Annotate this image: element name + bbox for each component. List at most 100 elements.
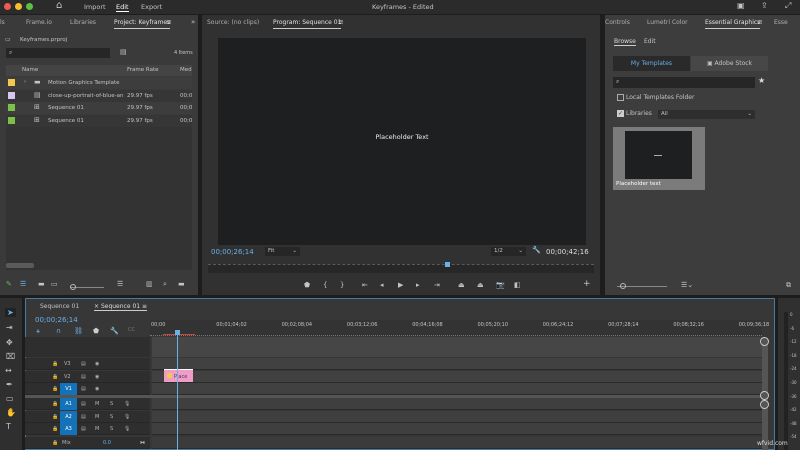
freeform-view-icon[interactable]: ▭: [51, 280, 58, 288]
list-view-icon[interactable]: ☰: [20, 280, 26, 288]
audio-track-header[interactable]: 🔒 A1 ▤ M S 🎙: [25, 398, 150, 410]
track-target[interactable]: V2: [64, 374, 71, 380]
tab-frameio[interactable]: Frame.io: [26, 19, 52, 26]
tab-libraries[interactable]: Libraries: [70, 19, 96, 26]
sync-lock-icon[interactable]: ▤: [81, 414, 86, 420]
project-row[interactable]: ⊞ Sequence 01 29.97 fps 00;0: [6, 102, 192, 114]
fullscreen-icon[interactable]: ⤢: [785, 1, 791, 11]
find-icon[interactable]: ⌕: [163, 280, 167, 289]
mix-end-icon[interactable]: ⧓: [140, 440, 145, 446]
extract-icon[interactable]: ⏏: [477, 281, 484, 289]
audio-track[interactable]: [152, 410, 762, 423]
panel-menu-icon[interactable]: ≡: [166, 18, 172, 26]
subtab-edit[interactable]: Edit: [644, 38, 656, 45]
panel-menu-icon[interactable]: ≡: [757, 18, 763, 26]
solo-button[interactable]: S: [110, 414, 113, 420]
track-target[interactable]: A3: [60, 423, 77, 435]
snap-icon[interactable]: ∩: [56, 327, 61, 335]
tab-project[interactable]: Project: Keyframes: [114, 19, 171, 29]
automate-icon[interactable]: ▥: [146, 280, 153, 288]
local-templates-checkbox[interactable]: [617, 94, 624, 101]
voice-over-icon[interactable]: 🎙: [124, 401, 130, 407]
install-template-icon[interactable]: ⧉: [786, 281, 791, 290]
label-color-swatch[interactable]: [8, 104, 15, 111]
project-search-input[interactable]: ⌕: [6, 48, 110, 58]
audio-track[interactable]: [152, 398, 762, 410]
thumbnail-size-knob[interactable]: [620, 283, 626, 289]
step-forward-icon[interactable]: ▸: [416, 281, 420, 289]
timeline-ruler[interactable]: 00;00 00;01;04;02 00;02;08;04 00;03;12;06 00…: [150, 320, 769, 336]
audio-track[interactable]: [152, 423, 762, 435]
captions-icon[interactable]: CC: [128, 327, 135, 333]
minimize-window-button[interactable]: [15, 3, 22, 10]
sync-lock-icon[interactable]: ▤: [81, 426, 86, 432]
solo-button[interactable]: S: [110, 401, 113, 407]
maximize-window-button[interactable]: [26, 3, 33, 10]
project-scrollbar[interactable]: [6, 263, 34, 268]
add-marker-icon[interactable]: ⬟: [93, 327, 99, 335]
lock-icon[interactable]: 🔒: [52, 386, 58, 392]
tab-effects[interactable]: ls: [0, 19, 5, 26]
timeline-settings-icon[interactable]: 🔧: [110, 327, 119, 335]
tab-essential-graphics[interactable]: Essential Graphics: [705, 19, 761, 29]
lift-icon[interactable]: ⏏: [458, 281, 465, 289]
scroll-handle-audio[interactable]: [760, 400, 769, 409]
mute-button[interactable]: M: [95, 401, 99, 407]
mark-out-icon[interactable]: }: [340, 281, 344, 289]
lock-icon[interactable]: 🔒: [52, 414, 58, 420]
zoom-slider-knob[interactable]: [70, 284, 76, 290]
sort-menu-icon[interactable]: ☰⌄: [681, 281, 693, 289]
tab-sequence-a[interactable]: Sequence 01: [40, 303, 79, 310]
more-tabs-icon[interactable]: »: [191, 18, 195, 26]
new-item-icon[interactable]: ▬: [178, 280, 185, 288]
hand-tool-icon[interactable]: ✋: [6, 408, 16, 417]
favorites-star-icon[interactable]: ★: [758, 76, 765, 85]
comparison-view-icon[interactable]: ◧: [514, 281, 521, 289]
placeholder-text[interactable]: Placeholder Text: [218, 133, 586, 141]
solo-button[interactable]: S: [110, 426, 113, 432]
eye-icon[interactable]: ◉: [95, 374, 99, 380]
video-track[interactable]: [152, 358, 762, 370]
timeline-timecode[interactable]: 00;00;26;14: [35, 316, 78, 324]
lock-icon[interactable]: 🔒: [52, 374, 58, 380]
audio-track-header[interactable]: 🔒 A2 ▤ M S 🎙: [25, 410, 150, 423]
scroll-handle-mid[interactable]: [760, 391, 769, 400]
video-track[interactable]: [152, 370, 762, 383]
zoom-slider[interactable]: [70, 284, 104, 290]
label-color-swatch[interactable]: [8, 91, 15, 99]
tab-lumetri[interactable]: Lumetri Color: [647, 19, 688, 26]
subtab-browse[interactable]: Browse: [614, 38, 636, 46]
voice-over-icon[interactable]: 🎙: [124, 414, 130, 420]
selection-tool-icon[interactable]: ➤: [5, 308, 16, 317]
lock-icon[interactable]: 🔒: [52, 440, 58, 446]
scroll-handle-top[interactable]: [760, 337, 769, 346]
icon-view-icon[interactable]: ▬: [38, 280, 45, 288]
project-row[interactable]: › ▬ Motion Graphics Template: [6, 77, 192, 89]
video-track[interactable]: [152, 383, 762, 395]
video-audio-divider[interactable]: [25, 395, 762, 398]
go-to-in-icon[interactable]: ⇤: [362, 281, 368, 289]
video-track-header[interactable]: 🔒 V3 ▤ ◉: [25, 358, 150, 370]
sync-lock-icon[interactable]: ▤: [81, 401, 86, 407]
linked-selection-icon[interactable]: ⛓: [74, 327, 83, 335]
voice-over-icon[interactable]: 🎙: [124, 426, 130, 432]
column-name[interactable]: Name: [22, 67, 38, 73]
quick-export-icon[interactable]: ▣: [737, 1, 745, 10]
pen-tool-icon[interactable]: ✒: [6, 380, 13, 389]
menu-edit[interactable]: Edit: [116, 3, 129, 12]
rectangle-tool-icon[interactable]: ▭: [6, 394, 14, 403]
fit-select[interactable]: Fit ⌄: [265, 247, 300, 256]
go-to-out-icon[interactable]: ⇥: [434, 281, 440, 289]
video-track-header[interactable]: 🔒 V1 ▤ ◉: [25, 383, 150, 395]
tab-sequence-b[interactable]: × Sequence 01 ≡: [94, 303, 148, 311]
add-marker-icon[interactable]: ⬟: [304, 281, 310, 289]
export-frame-icon[interactable]: 📷: [496, 281, 505, 289]
new-bin-icon[interactable]: ▤: [120, 48, 127, 56]
ripple-edit-tool-icon[interactable]: ✥: [6, 338, 13, 347]
razor-tool-icon[interactable]: ⌧: [6, 352, 15, 361]
project-row[interactable]: ⊞ Sequence 01 29.97 fps 00;0: [6, 114, 192, 127]
program-video-frame[interactable]: Placeholder Text: [218, 38, 586, 245]
tab-source[interactable]: Source: (no clips): [207, 19, 259, 26]
sync-lock-icon[interactable]: ▤: [81, 386, 86, 392]
eye-icon[interactable]: ◉: [95, 386, 99, 392]
